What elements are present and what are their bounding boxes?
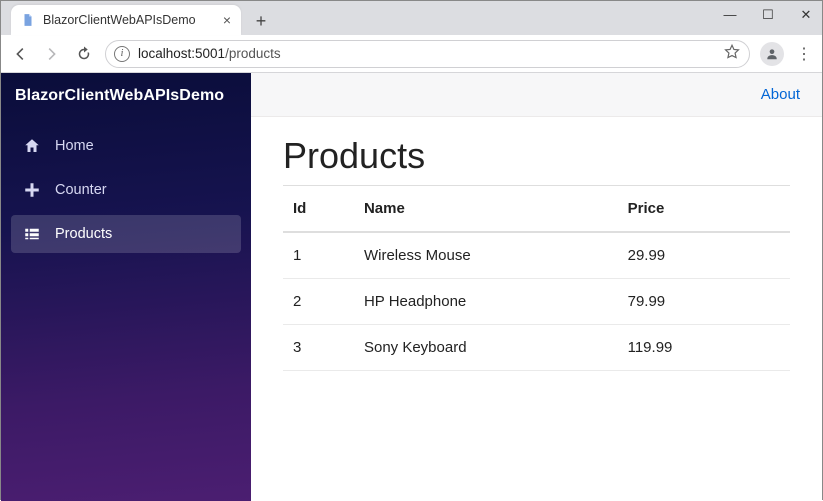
- url-path: /products: [225, 46, 281, 61]
- url-host: localhost:5001: [138, 46, 225, 61]
- col-header-id: Id: [283, 186, 354, 233]
- profile-avatar-button[interactable]: [760, 42, 784, 66]
- cell-price: 119.99: [618, 325, 790, 371]
- app-root: BlazorClientWebAPIsDemo Home Counter Pro…: [1, 73, 822, 501]
- back-button[interactable]: [9, 43, 31, 65]
- sidebar-item-label: Products: [55, 226, 112, 242]
- url-text[interactable]: localhost:5001/products: [138, 46, 715, 61]
- sidebar-item-products[interactable]: Products: [11, 215, 241, 253]
- window-minimize-button[interactable]: —: [720, 7, 740, 23]
- table-row: 3 Sony Keyboard 119.99: [283, 325, 790, 371]
- window-maximize-button[interactable]: ☐: [758, 7, 778, 23]
- page-title: Products: [283, 135, 790, 177]
- list-icon: [23, 225, 41, 243]
- reload-button[interactable]: [73, 43, 95, 65]
- sidebar-item-home[interactable]: Home: [11, 127, 241, 165]
- sidebar-nav: Home Counter Products: [1, 121, 251, 259]
- table-row: 1 Wireless Mouse 29.99: [283, 232, 790, 279]
- plus-icon: [23, 181, 41, 199]
- col-header-name: Name: [354, 186, 618, 233]
- cell-name: Wireless Mouse: [354, 232, 618, 279]
- products-table: Id Name Price 1 Wireless Mouse 29.99 2 H…: [283, 185, 790, 371]
- cell-price: 79.99: [618, 279, 790, 325]
- site-info-icon[interactable]: i: [114, 46, 130, 62]
- page-content: Products Id Name Price 1 Wireless Mouse …: [251, 117, 822, 389]
- page-icon: [21, 13, 35, 27]
- address-bar[interactable]: i localhost:5001/products: [105, 40, 750, 68]
- cell-name: HP Headphone: [354, 279, 618, 325]
- table-row: 2 HP Headphone 79.99: [283, 279, 790, 325]
- browser-tab[interactable]: BlazorClientWebAPIsDemo ×: [11, 5, 241, 35]
- close-tab-icon[interactable]: ×: [223, 13, 231, 27]
- cell-name: Sony Keyboard: [354, 325, 618, 371]
- sidebar: BlazorClientWebAPIsDemo Home Counter Pro…: [1, 73, 251, 501]
- browser-menu-button[interactable]: ⋮: [794, 44, 814, 64]
- main-region: About Products Id Name Price 1 Wireless …: [251, 73, 822, 501]
- app-brand: BlazorClientWebAPIsDemo: [1, 73, 251, 121]
- cell-price: 29.99: [618, 232, 790, 279]
- sidebar-item-label: Counter: [55, 182, 107, 198]
- forward-button[interactable]: [41, 43, 63, 65]
- sidebar-item-counter[interactable]: Counter: [11, 171, 241, 209]
- sidebar-item-label: Home: [55, 138, 94, 154]
- about-link[interactable]: About: [761, 86, 800, 103]
- bookmark-star-icon[interactable]: [723, 43, 741, 64]
- browser-toolbar: i localhost:5001/products ⋮: [1, 35, 822, 73]
- cell-id: 2: [283, 279, 354, 325]
- col-header-price: Price: [618, 186, 790, 233]
- tab-title: BlazorClientWebAPIsDemo: [43, 13, 196, 27]
- cell-id: 1: [283, 232, 354, 279]
- home-icon: [23, 137, 41, 155]
- topbar: About: [251, 73, 822, 117]
- window-close-button[interactable]: ✕: [796, 7, 816, 23]
- window-titlebar: BlazorClientWebAPIsDemo × + — ☐ ✕: [1, 1, 822, 35]
- new-tab-button[interactable]: +: [247, 7, 275, 35]
- cell-id: 3: [283, 325, 354, 371]
- table-header-row: Id Name Price: [283, 186, 790, 233]
